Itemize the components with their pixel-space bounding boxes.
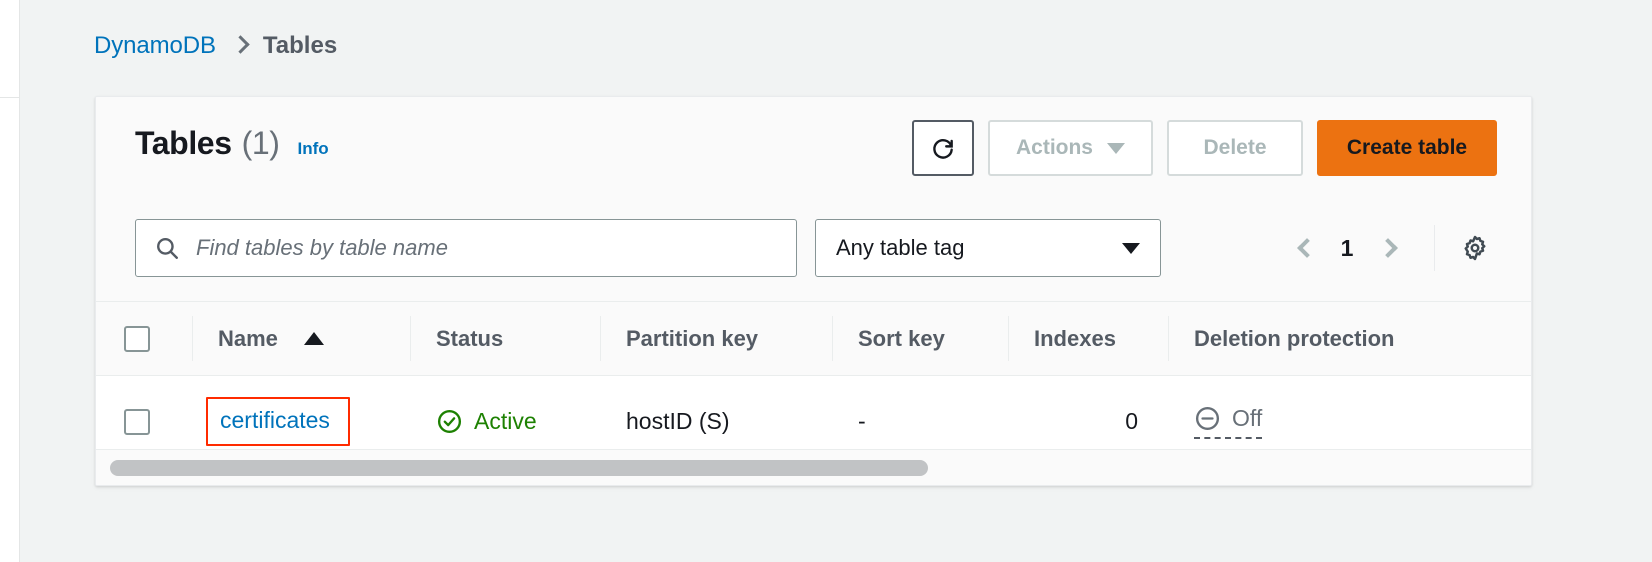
status-label: Active bbox=[474, 408, 537, 435]
pagination-next-button[interactable] bbox=[1368, 226, 1412, 270]
delete-button[interactable]: Delete bbox=[1167, 120, 1303, 176]
sort-ascending-icon bbox=[303, 332, 324, 345]
table-header: Name Status Partition key Sort key Index… bbox=[96, 301, 1531, 376]
chevron-down-icon bbox=[1122, 242, 1140, 254]
chevron-right-icon bbox=[231, 34, 250, 54]
search-icon bbox=[157, 238, 178, 259]
partition-key-value: hostID (S) bbox=[626, 408, 730, 435]
create-table-label: Create table bbox=[1346, 136, 1468, 159]
pagination: 1 bbox=[1282, 219, 1497, 277]
column-header-partition-key[interactable]: Partition key bbox=[600, 301, 832, 376]
preferences-button[interactable] bbox=[1453, 226, 1497, 270]
column-header-sort-key[interactable]: Sort key bbox=[832, 301, 1008, 376]
status-badge: Active bbox=[436, 408, 537, 435]
column-header-indexes-label: Indexes bbox=[1034, 325, 1116, 351]
column-header-sort-key-label: Sort key bbox=[858, 325, 945, 351]
column-header-status-label: Status bbox=[436, 325, 504, 351]
actions-button-label: Actions bbox=[1015, 136, 1093, 159]
pagination-prev-button[interactable] bbox=[1282, 226, 1326, 270]
delete-button-label: Delete bbox=[1203, 136, 1267, 159]
search-input[interactable] bbox=[194, 234, 778, 262]
breadcrumb-item-tables: Tables bbox=[262, 32, 338, 59]
table-count: (1) bbox=[241, 125, 280, 161]
column-header-status[interactable]: Status bbox=[410, 301, 600, 376]
page-title: Tables bbox=[135, 125, 232, 161]
chevron-right-icon bbox=[1377, 238, 1398, 258]
column-header-deletion-protection-label: Deletion protection bbox=[1194, 325, 1395, 351]
create-table-button[interactable]: Create table bbox=[1317, 120, 1497, 176]
deletion-protection-label: Off bbox=[1232, 404, 1263, 431]
column-header-name-label: Name bbox=[218, 325, 278, 351]
tables-list: Name Status Partition key Sort key Index… bbox=[96, 301, 1531, 468]
table-header-row: Name Status Partition key Sort key Index… bbox=[96, 301, 1531, 376]
toolbar-divider bbox=[1434, 225, 1435, 271]
tables-panel: Tables (1) Info Actions Delete Create ta… bbox=[95, 96, 1532, 486]
table-tag-filter-select[interactable]: Any table tag bbox=[815, 219, 1161, 277]
filter-bar: Any table tag 1 bbox=[96, 195, 1531, 301]
tables-table: Name Status Partition key Sort key Index… bbox=[96, 301, 1531, 468]
page-container: DynamoDB Tables Tables (1) Info Actions bbox=[21, 0, 1652, 562]
refresh-button[interactable] bbox=[911, 120, 974, 176]
chevron-left-icon bbox=[1296, 238, 1317, 258]
gear-icon bbox=[1464, 235, 1486, 261]
check-circle-icon bbox=[437, 410, 462, 434]
info-link[interactable]: Info bbox=[298, 139, 329, 159]
refresh-icon bbox=[933, 139, 953, 159]
horizontal-scrollbar[interactable] bbox=[96, 449, 1531, 485]
breadcrumb: DynamoDB Tables bbox=[94, 26, 337, 66]
actions-dropdown-button[interactable]: Actions bbox=[987, 120, 1153, 176]
sort-key-value: - bbox=[858, 408, 866, 435]
column-header-partition-key-label: Partition key bbox=[626, 325, 759, 351]
column-header-select-all bbox=[96, 301, 192, 376]
column-header-deletion-protection[interactable]: Deletion protection bbox=[1168, 301, 1531, 376]
deletion-protection-status[interactable]: Off bbox=[1194, 404, 1263, 439]
breadcrumb-item-dynamodb[interactable]: DynamoDB bbox=[94, 32, 216, 60]
indexes-value: 0 bbox=[1125, 408, 1138, 435]
column-header-indexes[interactable]: Indexes bbox=[1008, 301, 1168, 376]
highlight-annotation: certificates bbox=[206, 397, 350, 447]
table-name-link[interactable]: certificates bbox=[220, 407, 330, 433]
scrollbar-thumb[interactable] bbox=[110, 459, 928, 476]
nav-divider bbox=[0, 97, 20, 98]
panel-title-block: Tables (1) Info bbox=[135, 125, 329, 162]
search-box[interactable] bbox=[135, 219, 797, 277]
caret-down-icon bbox=[1107, 142, 1125, 154]
minus-circle-icon bbox=[1195, 406, 1220, 430]
column-header-name[interactable]: Name bbox=[192, 301, 410, 376]
pagination-page-1[interactable]: 1 bbox=[1326, 235, 1368, 262]
table-tag-filter-value: Any table tag bbox=[836, 235, 965, 260]
select-all-checkbox[interactable] bbox=[124, 325, 150, 352]
left-nav-strip bbox=[0, 0, 20, 562]
panel-header: Tables (1) Info Actions Delete Create ta… bbox=[96, 97, 1531, 195]
panel-actions: Actions Delete Create table bbox=[911, 120, 1497, 176]
row-checkbox[interactable] bbox=[124, 408, 150, 435]
